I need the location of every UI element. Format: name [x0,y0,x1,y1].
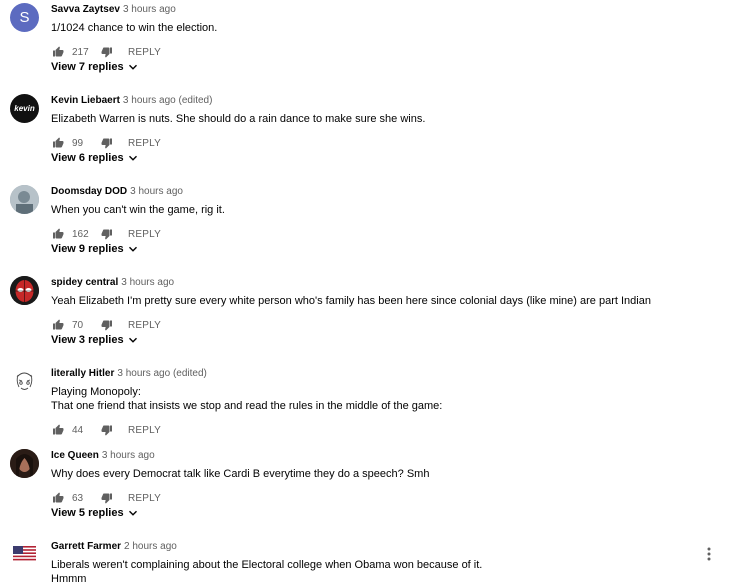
chevron-down-icon [128,244,138,254]
avatar[interactable] [13,546,36,561]
view-replies-button[interactable]: View 5 replies [51,507,138,519]
thumbs-up-icon[interactable] [51,318,65,332]
reply-button[interactable]: REPLY [128,229,161,240]
comment-author[interactable]: spidey central [51,277,118,288]
thumbs-up-icon[interactable] [51,491,65,505]
avatar[interactable] [10,276,39,305]
comment-text: Elizabeth Warren is nuts. She should do … [51,113,426,125]
thumbs-down-icon[interactable] [100,318,114,332]
comment-time[interactable]: 3 hours ago (edited) [117,368,207,379]
reply-button[interactable]: REPLY [128,47,161,58]
view-replies-label: View 9 replies [51,243,124,255]
avatar-image [10,185,39,214]
comment-time[interactable]: 3 hours ago [121,277,174,288]
view-replies-button[interactable]: View 3 replies [51,334,138,346]
view-replies-label: View 5 replies [51,507,124,519]
thumbs-up-icon[interactable] [51,423,65,437]
comment-author[interactable]: Savva Zaytsev [51,4,120,15]
comment-time[interactable]: 2 hours ago [124,541,177,552]
avatar-image [10,367,39,396]
view-replies-button[interactable]: View 6 replies [51,152,138,164]
avatar[interactable]: kevin [10,94,39,123]
like-count: 70 [72,319,84,331]
thumbs-up-icon[interactable] [51,136,65,150]
comment-text: Playing Monopoly: That one friend that i… [51,385,715,413]
comment-author[interactable]: Kevin Liebaert [51,95,120,106]
thumbs-down-icon[interactable] [100,423,114,437]
avatar[interactable] [10,449,39,478]
comment-text: When you can't win the game, rig it. [51,204,225,216]
thumbs-down-icon[interactable] [100,45,114,59]
avatar-image [10,449,39,478]
thumbs-down-icon[interactable] [100,227,114,241]
comment-text: Why does every Democrat talk like Cardi … [51,468,430,480]
comment-author[interactable]: Garrett Farmer [51,541,121,552]
thumbs-up-icon[interactable] [51,45,65,59]
comment-time[interactable]: 3 hours ago [123,4,176,15]
comment-text-line: Playing Monopoly: [51,386,141,398]
avatar-letter: S [19,9,30,26]
avatar[interactable]: S [10,3,39,32]
comment-text-line: That one friend that insists we stop and… [51,400,443,412]
avatar-letter: kevin [14,104,35,113]
view-replies-button[interactable]: View 7 replies [51,61,138,73]
comment-time[interactable]: 3 hours ago [102,450,155,461]
chevron-down-icon [128,335,138,345]
thumbs-up-icon[interactable] [51,227,65,241]
view-replies-label: View 3 replies [51,334,124,346]
view-replies-label: View 6 replies [51,152,124,164]
comment-text: 1/1024 chance to win the election. [51,22,218,34]
comment-author[interactable]: Doomsday DOD [51,186,127,197]
avatar-image [10,276,39,305]
like-count: 63 [72,492,84,504]
more-vertical-icon[interactable] [703,546,715,562]
comment-text: Yeah Elizabeth I'm pretty sure every whi… [51,295,651,307]
comment-time[interactable]: 3 hours ago [130,186,183,197]
chevron-down-icon [128,508,138,518]
reply-button[interactable]: REPLY [128,320,161,331]
comment-text-line: Liberals weren't complaining about the E… [51,559,483,571]
comment-author[interactable]: literally Hitler [51,368,114,379]
reply-button[interactable]: REPLY [128,425,161,436]
like-count: 44 [72,424,84,436]
avatar[interactable] [10,185,39,214]
us-flag-icon [13,546,36,561]
reply-button[interactable]: REPLY [128,138,161,149]
reply-button[interactable]: REPLY [128,493,161,504]
comment-text: Liberals weren't complaining about the E… [51,558,715,586]
like-count: 217 [72,46,89,58]
thumbs-down-icon[interactable] [100,136,114,150]
comment-text-line: Hmmm [51,573,87,585]
chevron-down-icon [128,153,138,163]
view-replies-button[interactable]: View 9 replies [51,243,138,255]
comment-author[interactable]: Ice Queen [51,450,99,461]
chevron-down-icon [128,62,138,72]
like-count: 162 [72,228,89,240]
comment-time[interactable]: 3 hours ago (edited) [123,95,213,106]
view-replies-label: View 7 replies [51,61,124,73]
thumbs-down-icon[interactable] [100,491,114,505]
avatar[interactable] [10,367,39,396]
like-count: 99 [72,137,84,149]
